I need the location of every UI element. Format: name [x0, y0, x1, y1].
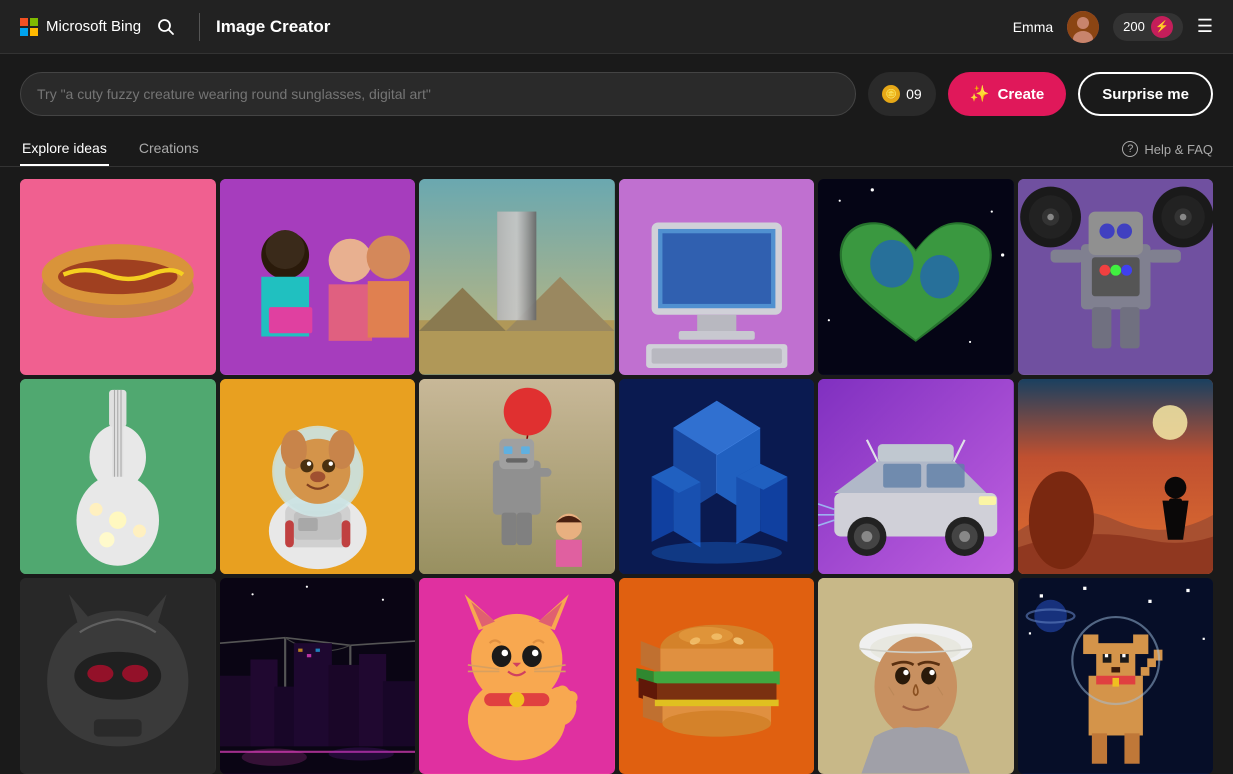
grid-item-girls[interactable] — [220, 179, 416, 375]
header: Microsoft Bing Image Creator Emma 200 ⚡ … — [0, 0, 1233, 54]
header-divider — [199, 13, 200, 41]
grid-item-guitar[interactable] — [20, 379, 216, 575]
user-name[interactable]: Emma — [1013, 19, 1053, 35]
grid-item-burger[interactable] — [619, 578, 815, 774]
boost-icon: ⚡ — [1151, 16, 1173, 38]
avatar[interactable] — [1067, 11, 1099, 43]
help-faq[interactable]: ? Help & FAQ — [1122, 141, 1213, 157]
page-title: Image Creator — [216, 17, 330, 37]
coins-badge[interactable]: 200 ⚡ — [1113, 13, 1183, 41]
surprise-label: Surprise me — [1102, 86, 1189, 103]
grid-item-robot-balloon[interactable] — [419, 379, 615, 575]
header-right: Emma 200 ⚡ ☰ — [1013, 11, 1213, 43]
microsoft-logo-icon — [20, 18, 38, 36]
grid-item-robot-music[interactable] — [1018, 179, 1214, 375]
grid-item-hotdog[interactable] — [20, 179, 216, 375]
grid-item-city[interactable] — [619, 379, 815, 575]
tabs-area: Explore ideas Creations ? Help & FAQ — [0, 128, 1233, 167]
tab-explore[interactable]: Explore ideas — [20, 132, 109, 166]
create-icon: ✨ — [970, 84, 990, 104]
menu-icon[interactable]: ☰ — [1197, 16, 1213, 37]
help-icon: ? — [1122, 141, 1138, 157]
search-area: 🪙 09 ✨ Create Surprise me — [0, 54, 1233, 128]
create-label: Create — [998, 86, 1045, 103]
coin-icon: 🪙 — [882, 85, 900, 103]
bing-logo-text: Microsoft Bing — [46, 18, 141, 35]
search-input-wrap[interactable] — [20, 72, 856, 116]
grid-item-helmet[interactable] — [20, 578, 216, 774]
grid-item-delorean[interactable] — [818, 379, 1014, 575]
coins-label: 09 — [906, 86, 922, 102]
search-coins-display: 🪙 09 — [868, 72, 936, 116]
search-icon[interactable] — [157, 18, 175, 36]
grid-item-computer[interactable] — [619, 179, 815, 375]
image-grid — [0, 167, 1233, 774]
coins-count: 200 — [1123, 19, 1145, 34]
bing-logo[interactable]: Microsoft Bing — [20, 18, 141, 36]
create-button[interactable]: ✨ Create — [948, 72, 1067, 116]
grid-item-monolith[interactable] — [419, 179, 615, 375]
grid-item-neon-city[interactable] — [220, 578, 416, 774]
grid-item-worker[interactable] — [818, 578, 1014, 774]
tab-creations[interactable]: Creations — [137, 132, 201, 166]
grid-item-desert-figure[interactable] — [1018, 379, 1214, 575]
grid-item-pixel-dog[interactable] — [1018, 578, 1214, 774]
surprise-button[interactable]: Surprise me — [1078, 72, 1213, 116]
grid-item-lucky-cat[interactable] — [419, 578, 615, 774]
help-label: Help & FAQ — [1144, 142, 1213, 157]
grid-item-doge[interactable] — [220, 379, 416, 575]
grid-item-earth[interactable] — [818, 179, 1014, 375]
search-input[interactable] — [37, 86, 839, 102]
